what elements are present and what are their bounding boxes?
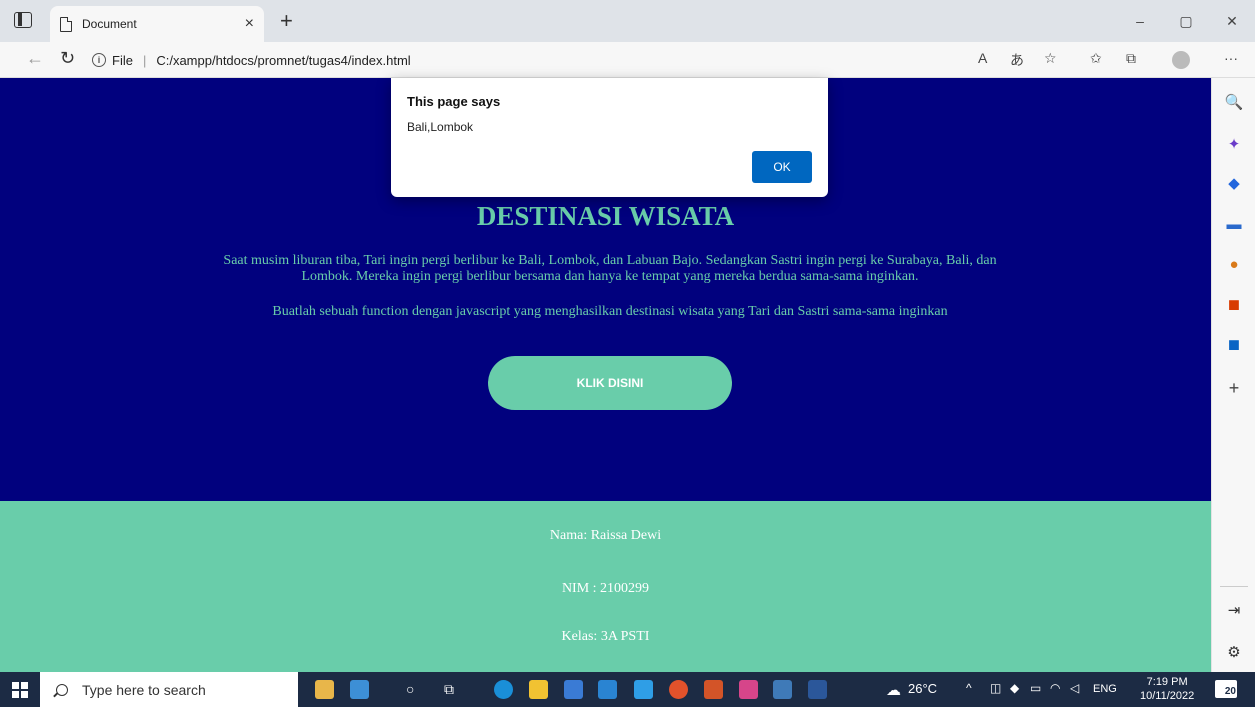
title-bar: Document × + – ▢ ✕ <box>0 0 1255 42</box>
dialog-ok-button[interactable]: OK <box>752 151 812 183</box>
klik-disini-button[interactable]: KLIK DISINI <box>488 356 732 410</box>
photos-icon[interactable] <box>773 680 792 699</box>
tab-close-button[interactable]: × <box>245 15 254 33</box>
volume-icon[interactable]: ◁ <box>1070 681 1079 695</box>
notification-count: 20 <box>1224 686 1236 697</box>
clock-date: 10/11/2022 <box>1140 690 1195 702</box>
sidebar-divider <box>1220 586 1248 587</box>
outlook-icon[interactable]: ◼ <box>1224 334 1244 354</box>
edge-sidebar: 🔍 ✦ ◆ ▬ ● ◼ ◼ + ⇥ ⚙ <box>1211 78 1255 672</box>
weather-cloud-icon[interactable]: ☁ <box>886 681 901 699</box>
collections-icon[interactable]: ⧉ <box>1126 50 1136 67</box>
vscode-icon[interactable] <box>634 680 653 699</box>
footer-name: Nama: Raissa Dewi <box>549 528 662 543</box>
footer-kelas: Kelas: 3A PSTI <box>561 629 650 644</box>
favorite-star-icon[interactable]: ☆ <box>1044 50 1057 67</box>
tab-document[interactable]: Document × <box>50 6 264 42</box>
app-icon[interactable] <box>739 680 758 699</box>
task-paragraph: Buatlah sebuah function dengan javascrip… <box>272 304 948 319</box>
alert-dialog: This page says Bali,Lombok OK <box>391 78 828 197</box>
dialog-title: This page says <box>407 94 501 109</box>
clock-time: 7:19 PM <box>1146 676 1188 688</box>
news-widget-icon[interactable] <box>315 680 334 699</box>
navigation-bar: ← ↻ i File | C:/xampp/htdocs/promnet/tug… <box>0 42 1255 78</box>
file-explorer-icon[interactable] <box>529 680 548 699</box>
edge-browser-icon[interactable] <box>494 680 513 699</box>
office-icon[interactable]: ◼ <box>1224 294 1244 314</box>
page-heading: DESTINASI WISATA <box>476 201 735 231</box>
back-arrow-icon[interactable]: ← <box>26 48 44 69</box>
taskbar-search-box[interactable]: Type here to search <box>40 672 298 707</box>
battery-icon[interactable]: ▭ <box>1030 681 1041 695</box>
story-paragraph: Saat musim liburan tiba, Tari ingin perg… <box>223 253 997 284</box>
address-bar[interactable]: i File | C:/xampp/htdocs/promnet/tugas4/… <box>92 46 972 74</box>
weather-temperature[interactable]: 26°C <box>908 681 937 696</box>
language-indicator[interactable]: ENG <box>1093 683 1117 695</box>
refresh-icon[interactable]: ↻ <box>60 48 75 69</box>
mail-icon[interactable] <box>598 680 617 699</box>
address-url: C:/xampp/htdocs/promnet/tugas4/index.htm… <box>156 52 411 68</box>
word-icon[interactable] <box>808 680 827 699</box>
read-aloud-icon[interactable]: A <box>978 50 987 66</box>
hide-sidebar-icon[interactable]: ⇥ <box>1224 600 1244 620</box>
minimize-button[interactable]: – <box>1117 0 1163 42</box>
tab-actions-icon[interactable] <box>14 12 32 28</box>
taskbar-search-placeholder: Type here to search <box>82 681 206 698</box>
add-sidebar-app-icon[interactable]: + <box>1224 378 1244 398</box>
shopping-tag-icon[interactable]: ◆ <box>1224 173 1244 193</box>
cortana-icon[interactable]: ○ <box>406 681 414 697</box>
tray-meet-icon[interactable]: ◫ <box>990 681 1001 695</box>
windows-start-icon[interactable] <box>12 682 28 698</box>
translate-icon[interactable]: あ <box>1010 50 1024 70</box>
address-scheme: File <box>112 52 133 68</box>
new-tab-button[interactable]: + <box>280 8 293 34</box>
notification-center-icon[interactable]: 20 <box>1215 680 1237 698</box>
wifi-icon[interactable]: ◠ <box>1050 681 1060 695</box>
dialog-message: Bali,Lombok <box>407 120 474 134</box>
footer-nim: NIM : 2100299 <box>561 581 650 596</box>
search-icon[interactable]: 🔍 <box>1224 92 1244 112</box>
tools-icon[interactable]: ▬ <box>1224 214 1244 234</box>
store-icon[interactable] <box>564 680 583 699</box>
close-window-button[interactable]: ✕ <box>1209 0 1255 42</box>
taskbar-clock[interactable]: 7:19 PM 10/11/2022 <box>1140 675 1194 703</box>
chrome-icon[interactable] <box>669 680 688 699</box>
discover-icon[interactable]: ✦ <box>1224 134 1244 154</box>
tray-expand-icon[interactable]: ^ <box>966 681 972 695</box>
restore-button[interactable]: ▢ <box>1163 0 1209 42</box>
sidebar-settings-icon[interactable]: ⚙ <box>1224 642 1244 662</box>
more-menu-icon[interactable]: ··· <box>1224 50 1238 66</box>
info-icon[interactable]: i <box>92 53 106 67</box>
windows-taskbar: Type here to search ○ ⧉ ☁ 26°C ^ ◫ ◆ ▭ ◠… <box>0 672 1255 707</box>
address-separator: | <box>142 52 147 68</box>
widget-icon[interactable] <box>350 680 369 699</box>
document-icon <box>60 16 72 32</box>
favorites-icon[interactable]: ✩ <box>1090 50 1102 67</box>
task-view-icon[interactable]: ⧉ <box>444 681 454 698</box>
footer-section: Nama: Raissa Dewi NIM : 2100299 Kelas: 3… <box>0 501 1211 672</box>
taskbar-search-icon <box>56 683 68 696</box>
profile-avatar[interactable] <box>1172 51 1190 69</box>
tray-app-icon[interactable]: ◆ <box>1010 681 1019 695</box>
xampp-icon[interactable] <box>704 680 723 699</box>
tab-title: Document <box>82 17 137 31</box>
games-icon[interactable]: ● <box>1224 254 1244 274</box>
